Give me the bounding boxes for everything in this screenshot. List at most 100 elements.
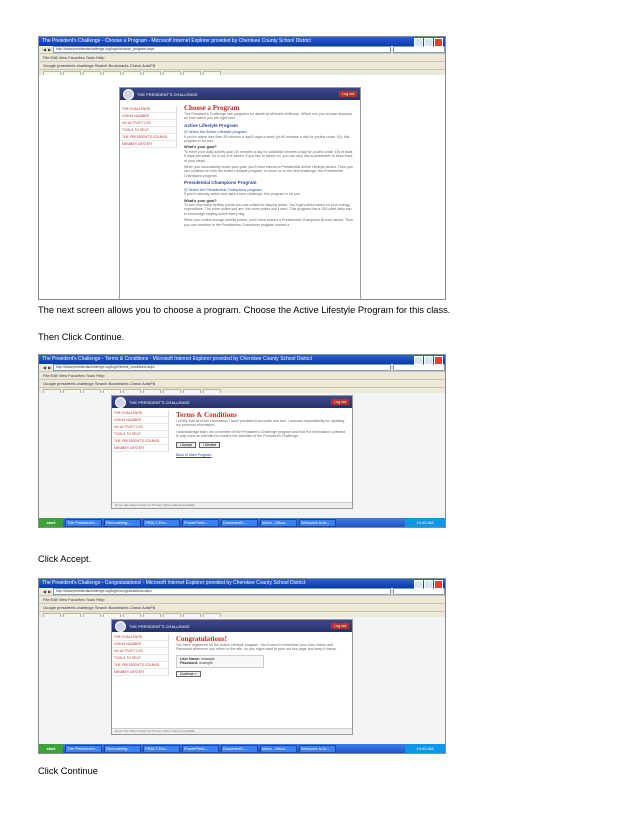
address-bar: ◀ ▶ http://www.presidentschallenge.org/l…: [39, 46, 445, 54]
forward-icon[interactable]: ▶: [48, 588, 51, 595]
decline-button[interactable]: I Decline: [199, 441, 221, 449]
nav-item-challenge[interactable]: THE CHALLENGE: [112, 410, 168, 417]
nav-item-activity-log[interactable]: MY ACTIVITY LOG: [112, 648, 168, 655]
nav-item-council[interactable]: THE PRESIDENT'S COUNCIL: [120, 134, 176, 141]
back-icon[interactable]: ◀: [43, 364, 46, 371]
nav-item-council[interactable]: THE PRESIDENT'S COUNCIL: [112, 438, 168, 445]
nav-item-challenge[interactable]: THE CHALLENGE: [112, 634, 168, 641]
caption-click-continue: Then Click Continue.: [38, 332, 125, 342]
taskbar-item[interactable]: PowerPoint...: [182, 518, 219, 527]
start-button[interactable]: start: [39, 744, 63, 753]
search-input[interactable]: [393, 364, 445, 371]
logout-button[interactable]: Log out: [331, 623, 349, 629]
page-title: Congratulations!: [176, 635, 227, 643]
close-icon[interactable]: [434, 580, 443, 589]
site-brand: THE PRESIDENT'S CHALLENGE: [137, 91, 198, 97]
back-icon[interactable]: ◀: [43, 46, 46, 53]
taskbar-item[interactable]: Document1...: [221, 744, 258, 753]
menu-bar[interactable]: File Edit View Favorites Tools Help: [39, 596, 445, 604]
taskbar-item[interactable]: Remodeling...: [104, 744, 141, 753]
taskbar-clock: 10:45 AM: [405, 744, 445, 753]
screenshot-terms: The President's Challenge - Terms & Cond…: [38, 354, 446, 528]
taskbar-item[interactable]: The President's...: [65, 518, 102, 527]
nav-item-tools[interactable]: TOOLS TO HELP: [112, 431, 168, 438]
maximize-icon[interactable]: [424, 38, 433, 47]
window-titlebar: The President's Challenge - Terms & Cond…: [39, 355, 445, 365]
continue-button[interactable]: Continue >: [176, 670, 201, 678]
nav-item-activity-log[interactable]: MY ACTIVITY LOG: [120, 120, 176, 127]
site-brand: THE PRESIDENT'S CHALLENGE: [129, 623, 190, 629]
logout-button[interactable]: Log out: [331, 399, 349, 405]
taskbar-item[interactable]: Welcome to th...: [299, 518, 336, 527]
search-input[interactable]: [393, 588, 445, 595]
password-label: Password:: [180, 661, 199, 666]
minimize-icon[interactable]: [414, 356, 423, 365]
maximize-icon[interactable]: [424, 356, 433, 365]
nav-item-member-center[interactable]: MEMBER CENTER: [120, 141, 176, 148]
site-frame: THE PRESIDENT'S CHALLENGE Log out THE CH…: [111, 395, 353, 509]
taskbar-item[interactable]: The President's...: [65, 744, 102, 753]
address-input[interactable]: http://www.presidentschallenge.org/login…: [53, 588, 391, 595]
taskbar-item[interactable]: PRALT Evo...: [143, 518, 180, 527]
taskbar-item[interactable]: Inbox - Micro...: [260, 744, 297, 753]
menu-bar[interactable]: File Edit View Favorites Tools Help: [39, 54, 445, 62]
close-icon[interactable]: [434, 38, 443, 47]
taskbar-item[interactable]: Remodeling...: [104, 518, 141, 527]
page-title: Choose a Program: [184, 104, 240, 112]
links-bar[interactable]: Google presidents challenge Search Bookm…: [39, 380, 445, 388]
taskbar-item[interactable]: PRALT Evo...: [143, 744, 180, 753]
window-titlebar: The President's Challenge - Choose a Pro…: [39, 37, 445, 47]
nav-item-member-center[interactable]: MEMBER CENTER: [112, 669, 168, 676]
page-viewport: THE PRESIDENT'S CHALLENGE Log out THE CH…: [39, 393, 445, 518]
forward-icon[interactable]: ▶: [48, 46, 51, 53]
main-content: Terms & Conditions I certify that all of…: [176, 411, 346, 457]
taskbar-item[interactable]: Document1...: [221, 518, 258, 527]
nav-item-activity-log[interactable]: MY ACTIVITY LOG: [112, 424, 168, 431]
menu-bar[interactable]: File Edit View Favorites Tools Help: [39, 372, 445, 380]
start-button[interactable]: start: [39, 518, 63, 527]
accept-button[interactable]: I Accept: [176, 441, 197, 449]
presidential-seal-icon: [123, 88, 134, 100]
minimize-icon[interactable]: [414, 580, 423, 589]
nav-item-going-number[interactable]: GOING NUMBER: [112, 641, 168, 648]
active-lifestyle-option-label[interactable]: Select the Active Lifestyle program: [188, 130, 246, 134]
site-footer: Home Site Map Contact Us Privacy Policy …: [112, 502, 352, 508]
window-title: The President's Challenge - Congratulati…: [42, 580, 306, 586]
nav-item-tools[interactable]: TOOLS TO HELP: [120, 127, 176, 134]
back-icon[interactable]: ◀: [43, 588, 46, 595]
search-input[interactable]: [393, 46, 445, 53]
window-controls: [414, 580, 443, 589]
maximize-icon[interactable]: [424, 580, 433, 589]
links-bar[interactable]: Google presidents challenge Search Bookm…: [39, 62, 445, 70]
nav-item-council[interactable]: THE PRESIDENT'S COUNCIL: [112, 662, 168, 669]
champions-option-label[interactable]: Select the Presidential Champions progra…: [188, 188, 261, 192]
reach-text: When you successfully reach your goal, y…: [184, 165, 353, 178]
window-controls: [414, 38, 443, 47]
logout-button[interactable]: Log out: [339, 91, 357, 97]
reach-text: When you collect enough activity points,…: [184, 218, 354, 227]
nav-item-going-number[interactable]: GOING NUMBER: [120, 113, 176, 120]
taskbar-clock: 10:45 AM: [405, 518, 445, 527]
back-link[interactable]: Back to Main Program: [176, 453, 346, 457]
minimize-icon[interactable]: [414, 38, 423, 47]
screenshot-choose-program: The President's Challenge - Choose a Pro…: [38, 36, 446, 300]
presidential-seal-icon: [115, 396, 126, 408]
nav-item-tools[interactable]: TOOLS TO HELP: [112, 655, 168, 662]
address-input[interactable]: http://www.presidentschallenge.org/login…: [53, 46, 391, 53]
username-label: User Name:: [180, 656, 200, 661]
links-bar[interactable]: Google presidents challenge Search Bookm…: [39, 604, 445, 612]
taskbar-item[interactable]: PowerPoint...: [182, 744, 219, 753]
taskbar-item[interactable]: Welcome to th...: [299, 744, 336, 753]
site-header: THE PRESIDENT'S CHALLENGE Log out: [112, 620, 352, 632]
active-lifestyle-title: Active Lifestyle Program: [184, 122, 238, 128]
nav-item-member-center[interactable]: MEMBER CENTER: [112, 445, 168, 452]
window-title: The President's Challenge - Choose a Pro…: [42, 38, 311, 44]
nav-item-challenge[interactable]: THE CHALLENGE: [120, 106, 176, 113]
address-input[interactable]: http://www.presidentschallenge.org/login…: [53, 364, 391, 371]
site-nav: THE CHALLENGE GOING NUMBER MY ACTIVITY L…: [112, 410, 169, 452]
taskbar-item[interactable]: Inbox - Micro...: [260, 518, 297, 527]
close-icon[interactable]: [434, 356, 443, 365]
forward-icon[interactable]: ▶: [48, 364, 51, 371]
nav-item-going-number[interactable]: GOING NUMBER: [112, 417, 168, 424]
screenshot-congratulations: The President's Challenge - Congratulati…: [38, 578, 446, 754]
